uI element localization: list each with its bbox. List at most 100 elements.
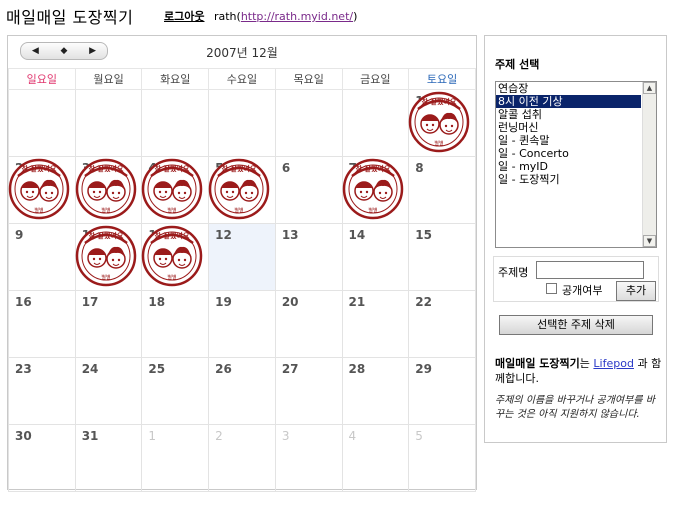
- topic-list-scrollbar[interactable]: ▲ ▼: [642, 82, 656, 247]
- user-url-link[interactable]: http://rath.myid.net/: [241, 10, 353, 23]
- calendar-day-cell[interactable]: 5 별별 참 잘했어요: [208, 156, 276, 224]
- day-number: 29: [415, 362, 432, 376]
- add-topic-form: 주제명 공개여부 추가: [493, 256, 659, 302]
- add-topic-button[interactable]: 추가: [616, 281, 656, 301]
- lifepod-link[interactable]: Lifepod: [593, 357, 634, 370]
- topic-list-item[interactable]: 알콜 섭취: [496, 108, 641, 121]
- calendar-day-cell[interactable]: 20: [274, 290, 343, 358]
- calendar-day-cell[interactable]: 2 별별 참 잘했어요: [8, 156, 76, 224]
- calendar-day-cell[interactable]: 3 별별 참 잘했어요: [74, 156, 143, 224]
- calendar-day-cell[interactable]: 11 별별 참 잘했어요: [141, 223, 210, 291]
- credit-text: 매일매일 도장찍기는 Lifepod 과 함께합니다.: [495, 356, 663, 386]
- logout-link[interactable]: 로그아웃: [164, 10, 204, 23]
- sidebar: 주제 선택 연습장 8시 이전 기상 알콜 섭취 런닝머신 일 - 퀸속말 일 - Con…: [484, 35, 667, 443]
- calendar-day-cell[interactable]: 12: [208, 223, 276, 291]
- calendar-day-cell[interactable]: 26: [208, 357, 276, 425]
- stamp-text: 참 잘했어요: [88, 231, 123, 240]
- day-number: 19: [215, 295, 232, 309]
- delete-topic-button[interactable]: 선택한 주제 삭제: [499, 315, 653, 335]
- calendar-day-cell[interactable]: [8, 89, 76, 157]
- calendar-day-cell[interactable]: [274, 89, 343, 157]
- calendar-day-cell[interactable]: 23: [8, 357, 76, 425]
- day-number: 23: [15, 362, 32, 376]
- calendar-day-cell[interactable]: 14: [341, 223, 410, 291]
- public-checkbox[interactable]: [546, 283, 557, 294]
- calendar-day-cell[interactable]: 25: [141, 357, 210, 425]
- stamp-sub-text: 별별: [101, 207, 111, 214]
- day-number: 9: [15, 228, 24, 242]
- calendar-week-row: 30 31 1 2 3 4 5: [8, 424, 476, 492]
- calendar-day-cell[interactable]: 29: [408, 357, 476, 425]
- topic-list-item[interactable]: 8시 이전 기상: [496, 95, 641, 108]
- calendar-day-cell[interactable]: 30: [8, 424, 76, 492]
- topic-list-item[interactable]: 일 - 도장찍기: [496, 173, 641, 186]
- good-job-stamp-icon: 별별 참 잘했어요: [408, 91, 470, 153]
- scroll-up-icon[interactable]: ▲: [643, 82, 656, 94]
- stamp-sub-text: 별별: [168, 207, 178, 214]
- topic-list-item[interactable]: 일 - myID: [496, 160, 641, 173]
- topic-list-item[interactable]: 일 - 퀸속말: [496, 134, 641, 147]
- calendar-day-cell[interactable]: 4 별별 참 잘했어요: [141, 156, 210, 224]
- stamp-sub-text: 별별: [34, 207, 44, 214]
- calendar-day-cell[interactable]: 31: [74, 424, 143, 492]
- calendar-week-row: 16 17 18 19 20 21 22: [8, 290, 476, 358]
- calendar-day-cell[interactable]: 19: [208, 290, 276, 358]
- calendar-day-cell[interactable]: 27: [274, 357, 343, 425]
- day-number: 2: [215, 429, 223, 443]
- good-job-stamp-icon: 별별 참 잘했어요: [342, 158, 403, 220]
- day-number: 17: [81, 295, 99, 309]
- calendar: ◀ ◆ ▶ 2007년 12월 일요일월요일화요일수요일목요일금요일토요일 1 …: [7, 35, 477, 492]
- calendar-day-cell[interactable]: 17: [74, 290, 143, 358]
- calendar-day-cell[interactable]: 9: [8, 223, 76, 291]
- day-number: 24: [81, 362, 99, 376]
- user-links: 로그아웃 rath(http://rath.myid.net/): [164, 8, 357, 24]
- topic-list-item[interactable]: 런닝머신: [496, 121, 641, 134]
- calendar-day-cell[interactable]: [208, 89, 276, 157]
- stamp-text: 참 잘했어요: [155, 231, 190, 240]
- topic-name-input[interactable]: [536, 261, 644, 279]
- calendar-day-cell[interactable]: [141, 89, 210, 157]
- calendar-day-cell[interactable]: 13: [274, 223, 343, 291]
- topic-list-item[interactable]: 일 - Concerto: [496, 147, 641, 160]
- calendar-day-cell[interactable]: 18: [141, 290, 210, 358]
- calendar-day-cell[interactable]: 2: [208, 424, 276, 492]
- notice-text: 주제의 이름을 바꾸거나 공개여부를 바꾸는 것은 아직 지원하지 않습니다.: [495, 395, 655, 420]
- calendar-day-cell[interactable]: 28: [341, 357, 410, 425]
- scroll-down-icon[interactable]: ▼: [643, 235, 656, 247]
- day-number: 31: [81, 429, 99, 443]
- day-number: 4: [348, 429, 357, 443]
- calendar-day-cell[interactable]: 21: [341, 290, 410, 358]
- day-number: 30: [15, 429, 32, 443]
- weekday-header: 화요일: [141, 68, 210, 90]
- calendar-day-cell[interactable]: [341, 89, 410, 157]
- day-number: 1: [148, 429, 157, 443]
- weekday-header: 수요일: [208, 68, 276, 90]
- day-number: 6: [281, 161, 291, 175]
- user-url-close: ): [353, 10, 358, 23]
- calendar-day-cell[interactable]: 8: [408, 156, 476, 224]
- calendar-day-cell[interactable]: 4: [341, 424, 410, 492]
- calendar-day-cell[interactable]: 7 별별 참 잘했어요: [341, 156, 410, 224]
- calendar-day-cell[interactable]: 1: [141, 424, 210, 492]
- stamp-text: 참 잘했어요: [88, 164, 123, 173]
- calendar-day-cell[interactable]: 10 별별 참 잘했어요: [74, 223, 143, 291]
- topic-list[interactable]: 연습장 8시 이전 기상 알콜 섭취 런닝머신 일 - 퀸속말 일 - Concerto 일…: [495, 81, 657, 248]
- calendar-day-cell[interactable]: 24: [74, 357, 143, 425]
- calendar-day-cell[interactable]: 16: [8, 290, 76, 358]
- stamp-text: 참 잘했어요: [222, 164, 257, 173]
- good-job-stamp-icon: 별별 참 잘했어요: [8, 158, 70, 220]
- stamp-sub-text: 별별: [235, 207, 245, 214]
- stamp-text: 참 잘했어요: [422, 97, 457, 106]
- day-number: 26: [215, 362, 232, 376]
- calendar-day-cell[interactable]: 6: [274, 156, 343, 224]
- calendar-day-cell[interactable]: 15: [408, 223, 476, 291]
- stamp-sub-text: 별별: [435, 140, 445, 147]
- topic-select-title: 주제 선택: [495, 58, 540, 71]
- calendar-day-cell[interactable]: 5: [408, 424, 476, 492]
- calendar-day-cell[interactable]: 22: [408, 290, 476, 358]
- good-job-stamp-icon: 별별 참 잘했어요: [142, 225, 203, 287]
- calendar-day-cell[interactable]: 1 별별 참 잘했어요: [408, 89, 476, 157]
- topic-list-item[interactable]: 연습장: [496, 82, 641, 95]
- calendar-day-cell[interactable]: [74, 89, 143, 157]
- calendar-day-cell[interactable]: 3: [274, 424, 343, 492]
